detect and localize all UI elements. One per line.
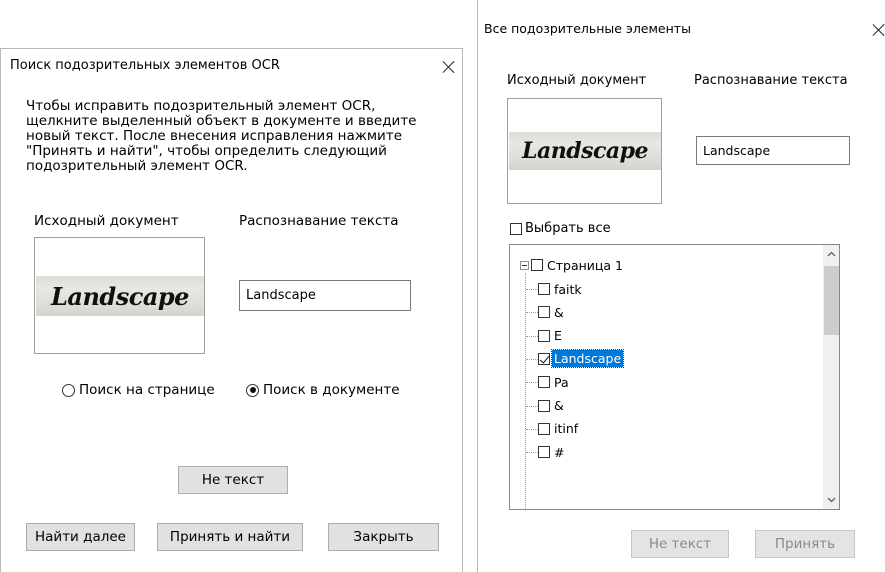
scanned-word-image: Landscape bbox=[36, 276, 204, 316]
tree-item-label: faitk bbox=[554, 281, 582, 297]
find-next-button[interactable]: Найти далее bbox=[26, 523, 135, 551]
source-image-box: Landscape bbox=[34, 237, 205, 354]
tree-item[interactable]: E bbox=[538, 327, 564, 345]
source-document-label: Исходный документ bbox=[34, 213, 179, 229]
root-label: Страница 1 bbox=[547, 257, 623, 273]
tree-root-node[interactable]: Страница 1 bbox=[520, 256, 625, 274]
scanned-word-image: Landscape bbox=[509, 132, 661, 170]
dialog-title: Все подозрительные элементы bbox=[484, 21, 691, 36]
tree-item-label: # bbox=[554, 444, 565, 460]
ocr-suspect-search-dialog: Поиск подозрительных элементов OCR Чтобы… bbox=[0, 48, 463, 572]
tree-connector bbox=[526, 289, 538, 290]
tree-item[interactable]: & bbox=[538, 397, 566, 415]
scrollbar[interactable] bbox=[823, 245, 839, 509]
tree-item[interactable]: itinf bbox=[538, 420, 580, 438]
recognized-text-input[interactable]: Landscape bbox=[239, 280, 411, 311]
select-all-label: Выбрать все bbox=[525, 221, 611, 236]
select-all-checkbox[interactable]: Выбрать все bbox=[510, 221, 611, 236]
radio-circle-document[interactable] bbox=[246, 383, 259, 397]
radio-document-label: Поиск в документе bbox=[263, 382, 400, 398]
close-icon[interactable] bbox=[442, 60, 456, 74]
source-image-box: Landscape bbox=[507, 98, 662, 204]
tree-item-label: Pa bbox=[554, 374, 569, 390]
scrollbar-thumb[interactable] bbox=[824, 266, 839, 335]
tree-connector bbox=[526, 452, 538, 454]
tree-connector bbox=[526, 405, 538, 407]
tree-item-checkbox[interactable] bbox=[538, 352, 550, 365]
instruction-text: Чтобы исправить подозрительный элемент O… bbox=[26, 98, 417, 174]
tree-item[interactable]: faitk bbox=[538, 280, 584, 298]
recognized-text-input[interactable]: Landscape bbox=[696, 136, 850, 165]
radio-search-page[interactable]: Поиск на странице bbox=[62, 382, 215, 398]
tree-item-label: & bbox=[554, 398, 564, 413]
suspect-tree[interactable]: Страница 1 faitk & E Landscape Pa & itinf # bbox=[509, 244, 840, 510]
tree-item[interactable]: # bbox=[538, 443, 566, 461]
dialog-title: Поиск подозрительных элементов OCR bbox=[10, 58, 280, 73]
tree-item-checkbox[interactable] bbox=[538, 306, 550, 319]
tree-item-label: E bbox=[554, 328, 562, 344]
tree-item-checkbox[interactable] bbox=[538, 329, 550, 342]
select-all-box[interactable] bbox=[510, 222, 522, 235]
root-checkbox[interactable] bbox=[531, 259, 543, 271]
tree-item-checkbox[interactable] bbox=[538, 376, 550, 389]
tree-item-checkbox[interactable] bbox=[538, 422, 550, 435]
recognized-text-label: Распознавание текста bbox=[239, 213, 399, 229]
tree-connector bbox=[526, 358, 538, 360]
not-text-button[interactable]: Не текст bbox=[178, 466, 288, 494]
tree-item[interactable]: Landscape bbox=[538, 349, 625, 369]
tree-item-label: itinf bbox=[554, 421, 579, 437]
accept-button[interactable]: Принять bbox=[755, 530, 855, 558]
handwritten-word: Landscape bbox=[51, 282, 189, 311]
not-text-button[interactable]: Не текст bbox=[631, 530, 729, 558]
tree-connector bbox=[526, 312, 538, 314]
tree-connector bbox=[526, 428, 538, 430]
tree-item-label: & bbox=[554, 304, 564, 320]
tree-item-label: Landscape bbox=[550, 349, 625, 369]
tree-item[interactable]: Pa bbox=[538, 373, 571, 391]
chevron-up-icon[interactable] bbox=[823, 245, 839, 262]
radio-search-document[interactable]: Поиск в документе bbox=[246, 382, 400, 398]
recognized-text-label: Распознавание текста bbox=[694, 73, 848, 88]
close-icon[interactable] bbox=[872, 23, 885, 37]
tree-connector bbox=[526, 382, 538, 384]
chevron-down-icon[interactable] bbox=[823, 491, 839, 508]
accept-and-find-button[interactable]: Принять и найти bbox=[157, 523, 303, 551]
tree-item-checkbox[interactable] bbox=[538, 446, 550, 459]
tree-item[interactable]: & bbox=[538, 303, 566, 321]
radio-page-label: Поиск на странице bbox=[79, 382, 215, 398]
radio-circle-page[interactable] bbox=[62, 383, 75, 397]
tree-collapse-icon[interactable] bbox=[520, 260, 529, 270]
tree-item-checkbox[interactable] bbox=[538, 283, 550, 295]
tree-connector bbox=[525, 273, 526, 509]
tree-connector bbox=[526, 335, 538, 337]
tree-item-checkbox[interactable] bbox=[538, 399, 550, 412]
all-suspects-dialog: Все подозрительные элементы Исходный док… bbox=[477, 0, 885, 572]
close-button[interactable]: Закрыть bbox=[328, 523, 439, 551]
handwritten-word: Landscape bbox=[521, 138, 649, 164]
source-document-label: Исходный документ bbox=[507, 73, 647, 88]
